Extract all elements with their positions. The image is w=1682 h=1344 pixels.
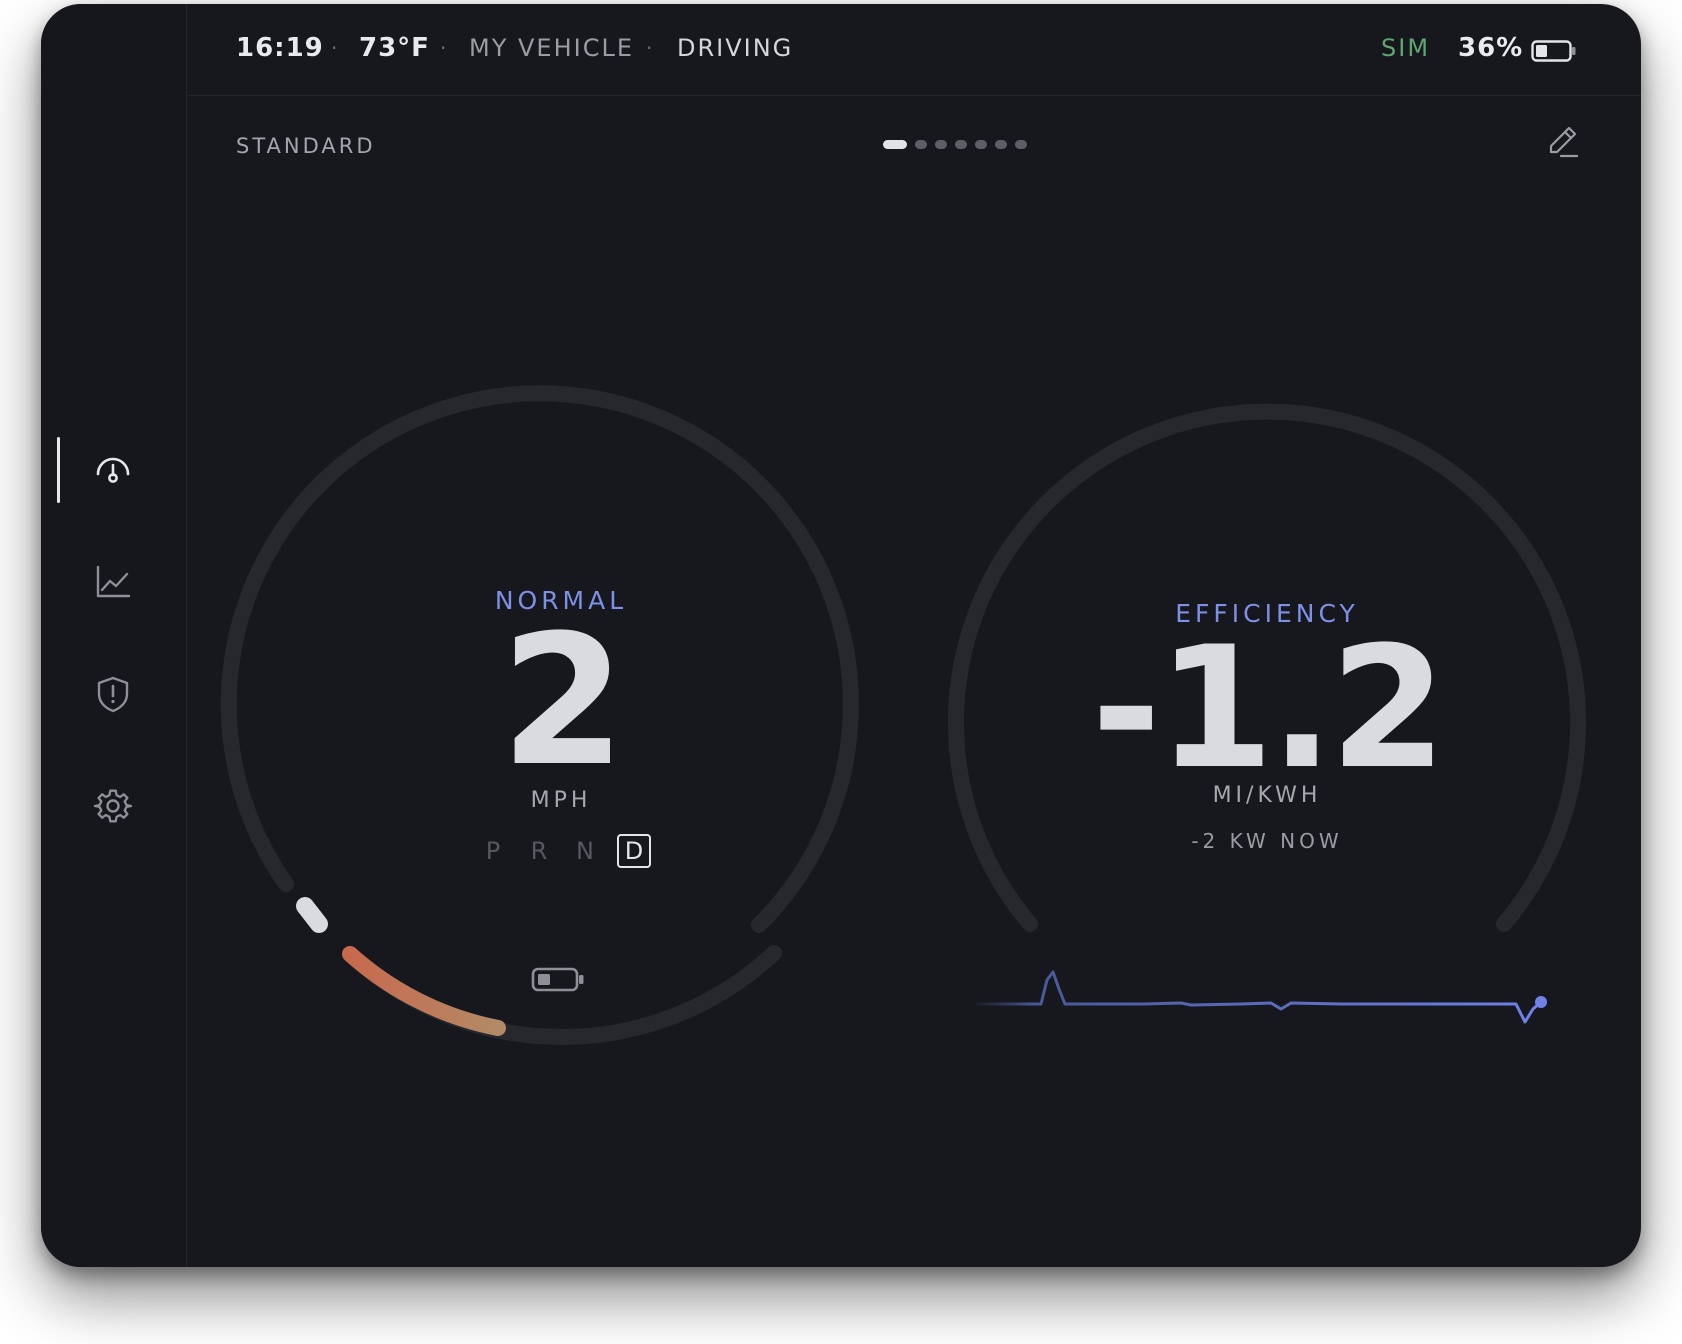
- battery-icon: [531, 967, 584, 992]
- gear-r[interactable]: R: [525, 835, 553, 867]
- efficiency-unit: MI/KWH: [1212, 783, 1322, 808]
- speed-gauge-value-arc: [342, 946, 506, 1036]
- efficiency-sparkline-endpoint: [1535, 996, 1547, 1008]
- power-readout: -2 KW NOW: [1191, 829, 1343, 853]
- efficiency-sparkline: [975, 970, 1543, 1024]
- gear-selector: P R N D: [479, 834, 651, 868]
- dashboard-window: 16:19 · 73°F · MY VEHICLE · DRIVING SIM …: [41, 4, 1641, 1267]
- speed-value: 2: [500, 597, 625, 806]
- gear-p[interactable]: P: [479, 835, 507, 867]
- gear-n[interactable]: N: [571, 835, 599, 867]
- efficiency-value: -1.2: [1091, 610, 1446, 806]
- speed-gauge-needle: [296, 897, 328, 933]
- gear-d[interactable]: D: [617, 834, 651, 868]
- speed-unit: MPH: [530, 788, 592, 813]
